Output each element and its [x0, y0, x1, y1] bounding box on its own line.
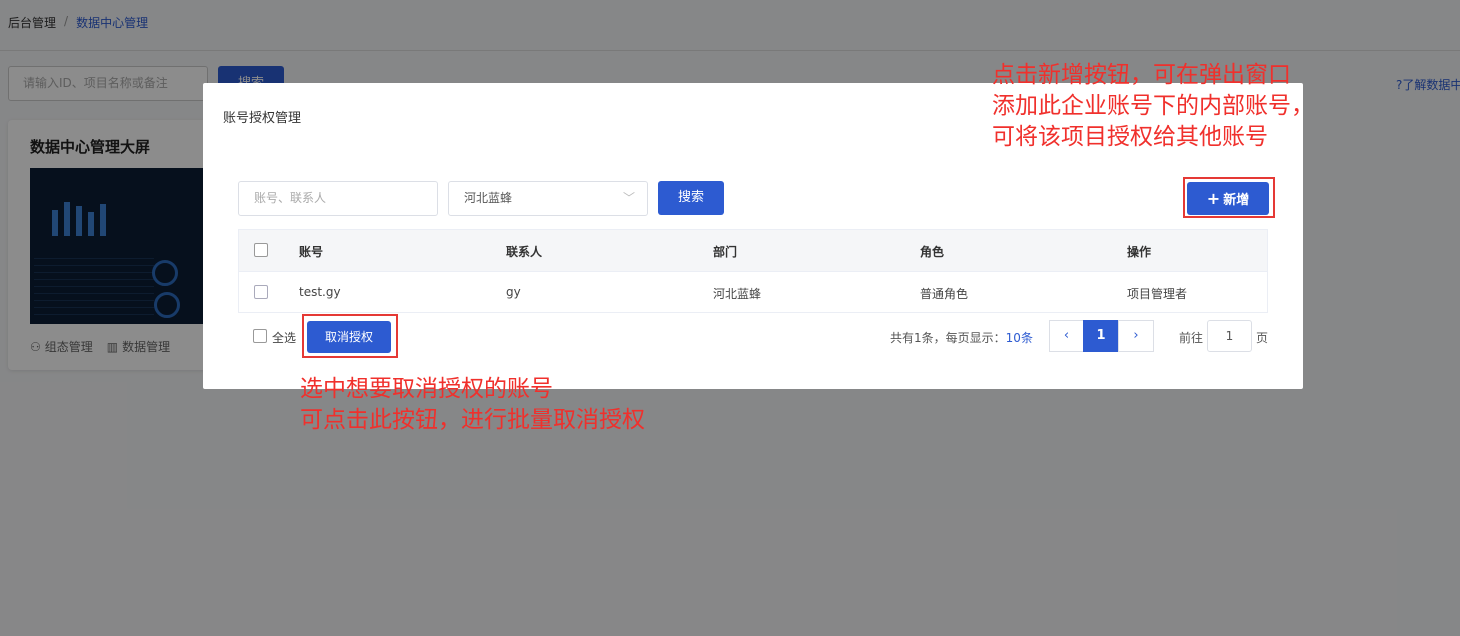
cell-contact: gy	[506, 285, 521, 299]
department-select-value: 河北蓝蜂	[464, 191, 513, 205]
col-department: 部门	[713, 245, 738, 259]
annotation-line: 点击新增按钮，可在弹出窗口	[992, 62, 1291, 88]
chevron-left-icon: ‹	[1063, 328, 1070, 343]
annotation-line: 选中想要取消授权的账号	[300, 376, 553, 402]
cell-department: 河北蓝蜂	[713, 287, 762, 301]
goto-page-input[interactable]: 1	[1207, 320, 1252, 352]
next-page-button[interactable]: ›	[1118, 320, 1154, 352]
table-row[interactable]: test.gy gy 河北蓝蜂 普通角色 项目管理者	[239, 271, 1267, 312]
col-account: 账号	[299, 245, 324, 259]
add-button-annotation: 点击新增按钮，可在弹出窗口 添加此企业账号下的内部账号， 可将该项目授权给其他账…	[992, 60, 1314, 153]
cell-account: test.gy	[299, 285, 341, 299]
cancel-button-annotation: 选中想要取消授权的账号 可点击此按钮，进行批量取消授权	[300, 374, 645, 436]
select-all-checkbox[interactable]	[253, 329, 267, 343]
cell-action[interactable]: 项目管理者	[1127, 285, 1187, 302]
pagination-total: 共有1条，每页显示：10条	[890, 329, 1033, 346]
goto-unit: 页	[1256, 331, 1269, 345]
header-checkbox[interactable]	[254, 243, 268, 257]
chevron-down-icon: ﹀	[622, 191, 635, 205]
department-select[interactable]: 河北蓝蜂 ﹀	[448, 181, 648, 216]
table-header: 账号 联系人 部门 角色 操作	[239, 230, 1267, 271]
annotation-line: 可将该项目授权给其他账号	[992, 124, 1268, 150]
select-all-label[interactable]: 全选	[272, 329, 296, 346]
page-size-select[interactable]: 10条	[1006, 331, 1033, 345]
current-page-button[interactable]: 1	[1083, 320, 1119, 352]
col-contact: 联系人	[506, 245, 543, 259]
col-action: 操作	[1127, 245, 1152, 259]
total-mid: 条，每页显示：	[921, 331, 1006, 345]
row-checkbox[interactable]	[254, 285, 268, 299]
dialog-search-button[interactable]: 搜索	[658, 181, 724, 215]
col-role: 角色	[920, 245, 945, 259]
add-button-highlight	[1183, 177, 1275, 218]
account-search-input[interactable]: 账号、联系人	[238, 181, 438, 216]
account-table: 账号 联系人 部门 角色 操作 test.gy gy 河北蓝蜂 普通角色 项目管…	[238, 229, 1268, 313]
total-count: 1	[914, 331, 922, 345]
goto-label: 前往	[1179, 331, 1204, 345]
annotation-line: 添加此企业账号下的内部账号，	[992, 93, 1314, 119]
cancel-button-highlight	[302, 314, 398, 358]
prev-page-button[interactable]: ‹	[1049, 320, 1084, 352]
chevron-right-icon: ›	[1133, 328, 1139, 343]
total-prefix: 共有	[890, 331, 915, 345]
annotation-line: 可点击此按钮，进行批量取消授权	[300, 407, 645, 433]
dialog-title: 账号授权管理	[223, 111, 302, 126]
cell-role: 普通角色	[920, 287, 969, 301]
